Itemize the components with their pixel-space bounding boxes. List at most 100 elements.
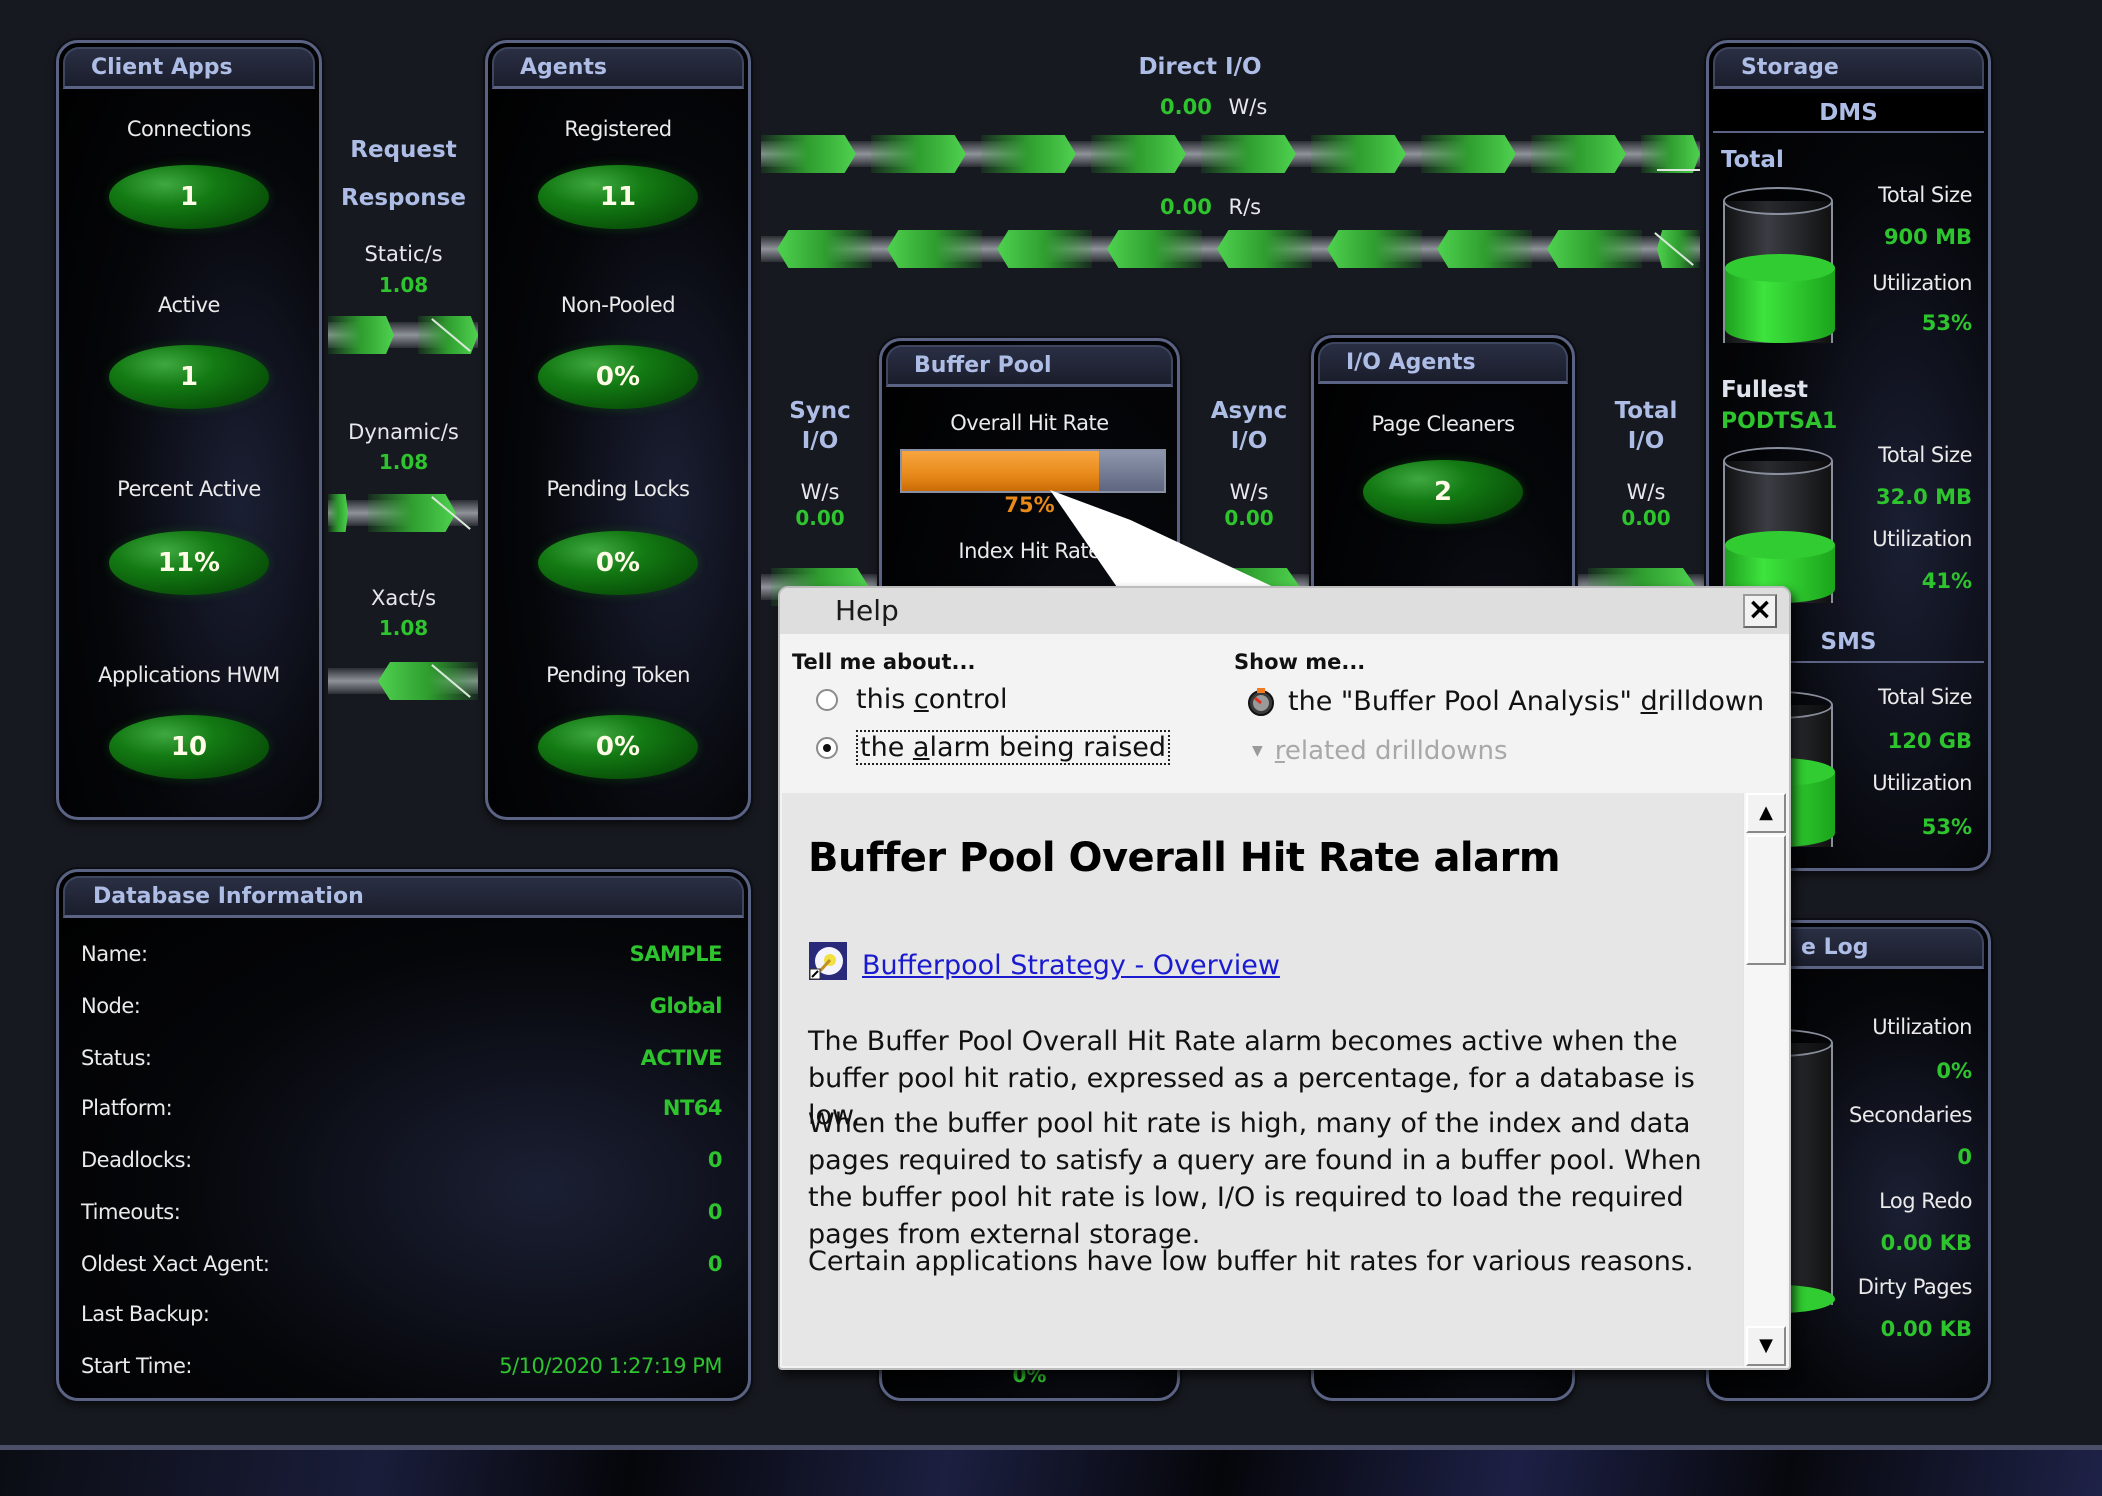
active-value[interactable]: 1: [109, 345, 269, 409]
help-title-bar[interactable]: Help: [780, 588, 1789, 634]
log-redo-label: Log Redo: [1879, 1189, 1972, 1213]
tell-me-about-label: Tell me about...: [792, 650, 976, 674]
radio-this-control[interactable]: this control: [816, 684, 1007, 715]
registered-value[interactable]: 11: [538, 165, 698, 229]
log-secondaries-label: Secondaries: [1849, 1103, 1972, 1127]
async-io-title-1: Async: [1210, 398, 1288, 424]
applications-hwm-value[interactable]: 10: [109, 715, 269, 779]
db-row-status: Status: ACTIVE: [81, 1046, 723, 1076]
client-apps-panel: Client Apps Connections 1 Active 1 Perce…: [56, 40, 322, 820]
io-agents-title: I/O Agents: [1318, 342, 1568, 384]
chevron-down-icon: ▼: [1252, 743, 1263, 759]
sms-label: SMS: [1820, 629, 1877, 655]
static-rate-pipe: [328, 316, 478, 354]
db-row-deadlocks: Deadlocks: 0: [81, 1148, 723, 1178]
scroll-up-arrow-icon[interactable]: ▲: [1746, 793, 1786, 833]
xact-rate-value: 1.08: [378, 616, 429, 640]
db-row-oldest-xact-agent: Oldest Xact Agent: 0: [81, 1252, 723, 1282]
pipe-segment: [1201, 135, 1296, 173]
direct-io-read-value: 0.00: [1160, 195, 1212, 219]
fullest-size-value: 32.0 MB: [1875, 485, 1972, 509]
dynamic-rate-label: Dynamic/s: [348, 420, 459, 444]
cylinder-top: [1723, 187, 1833, 215]
pipe-segment: [761, 135, 856, 173]
request-label: Request: [350, 137, 457, 163]
drilldown-text: the "Buffer Pool Analysis" drilldown: [1288, 686, 1764, 717]
help-scrollbar[interactable]: ▲ ▼: [1743, 793, 1787, 1366]
fullest-util-value: 41%: [1921, 569, 1972, 593]
radio-alarm-being-raised[interactable]: the alarm being raised: [816, 730, 1171, 765]
pipe-segment: [1641, 135, 1700, 173]
bottom-band: [0, 1445, 2102, 1496]
total-cylinder[interactable]: [1723, 187, 1835, 357]
total-io-unit: W/s: [1626, 480, 1666, 504]
page-cleaners-value[interactable]: 2: [1363, 460, 1523, 524]
strategy-document-icon: [809, 942, 847, 980]
dms-label: DMS: [1819, 100, 1878, 126]
response-label: Response: [341, 185, 466, 211]
db-key: Deadlocks:: [81, 1148, 192, 1172]
pipe-segment: [1421, 135, 1516, 173]
accelerator-key: d: [1640, 686, 1658, 717]
db-row-timeouts: Timeouts: 0: [81, 1200, 723, 1230]
show-me-label: Show me...: [1234, 650, 1366, 674]
accelerator-key: a: [912, 732, 930, 763]
async-io-value: 0.00: [1224, 506, 1274, 530]
fullest-size-label: Total Size: [1878, 443, 1972, 467]
pipe-segment: [777, 230, 872, 268]
dirty-pages-label: Dirty Pages: [1857, 1275, 1973, 1299]
help-paragraph: Certain applications have low buffer hit…: [808, 1246, 1694, 1277]
pipe-segment: [328, 494, 348, 532]
help-paragraph: When the buffer pool hit rate is high, m…: [808, 1108, 1702, 1250]
buffer-pool-analysis-drilldown-link[interactable]: the "Buffer Pool Analysis" drilldown: [1246, 686, 1764, 717]
pending-token-value[interactable]: 0%: [538, 715, 698, 779]
pipe-segment: [1327, 230, 1422, 268]
static-rate-label: Static/s: [364, 242, 443, 266]
cylinder-top: [1723, 447, 1833, 475]
sms-size-label: Total Size: [1878, 685, 1972, 709]
direct-io-title: Direct I/O: [1138, 54, 1262, 80]
pipe-segment: [871, 135, 966, 173]
label-text: larm being raised: [929, 732, 1167, 763]
radio-button[interactable]: [816, 688, 838, 711]
non-pooled-value[interactable]: 0%: [538, 345, 698, 409]
agents-title: Agents: [492, 47, 744, 89]
related-drilldowns-toggle[interactable]: ▼ related drilldowns: [1252, 736, 1508, 766]
accelerator-key: r: [1274, 736, 1285, 766]
pipe-segment: [1091, 135, 1186, 173]
pipe-segment: [1217, 230, 1312, 268]
connections-value[interactable]: 1: [109, 165, 269, 229]
agents-panel: Agents Registered 11 Non-Pooled 0% Pendi…: [485, 40, 751, 820]
page-cleaners-label: Page Cleaners: [1371, 412, 1515, 436]
db-key: Timeouts:: [81, 1200, 181, 1224]
total-size-label: Total Size: [1878, 183, 1972, 207]
radio-button-selected[interactable]: [816, 736, 838, 759]
buffer-pool-title: Buffer Pool: [886, 345, 1173, 387]
active-label: Active: [158, 293, 220, 317]
pipe-segment: [1657, 230, 1700, 268]
client-apps-title: Client Apps: [63, 47, 315, 89]
pipe-segment: [328, 316, 394, 354]
pipe-segment: [1437, 230, 1532, 268]
storage-title: Storage: [1713, 47, 1984, 89]
overall-hit-rate-bar[interactable]: [900, 449, 1166, 493]
database-info-title: Database Information: [63, 876, 744, 918]
scroll-down-arrow-icon[interactable]: ▼: [1746, 1326, 1786, 1366]
pipe-end-marker: [1657, 169, 1700, 171]
sync-io-column: Sync I/O W/s 0.00: [770, 398, 870, 530]
db-value: Global: [649, 994, 723, 1018]
close-icon[interactable]: ×: [1743, 594, 1777, 628]
fullest-label: Fullest: [1721, 377, 1808, 403]
xact-rate-pipe: [328, 662, 478, 700]
total-util-value: 53%: [1921, 311, 1972, 335]
related-text: related drilldowns: [1275, 736, 1508, 766]
pending-locks-value[interactable]: 0%: [538, 531, 698, 595]
percent-active-value[interactable]: 11%: [109, 531, 269, 595]
static-rate-value: 1.08: [378, 273, 429, 297]
db-value: 0: [707, 1148, 723, 1172]
scrollbar-thumb[interactable]: [1746, 835, 1786, 965]
pipe-segment: [981, 135, 1076, 173]
bufferpool-strategy-link[interactable]: Bufferpool Strategy - Overview: [862, 950, 1280, 981]
label-text: this: [856, 684, 914, 715]
pipe-segment: [368, 494, 456, 532]
